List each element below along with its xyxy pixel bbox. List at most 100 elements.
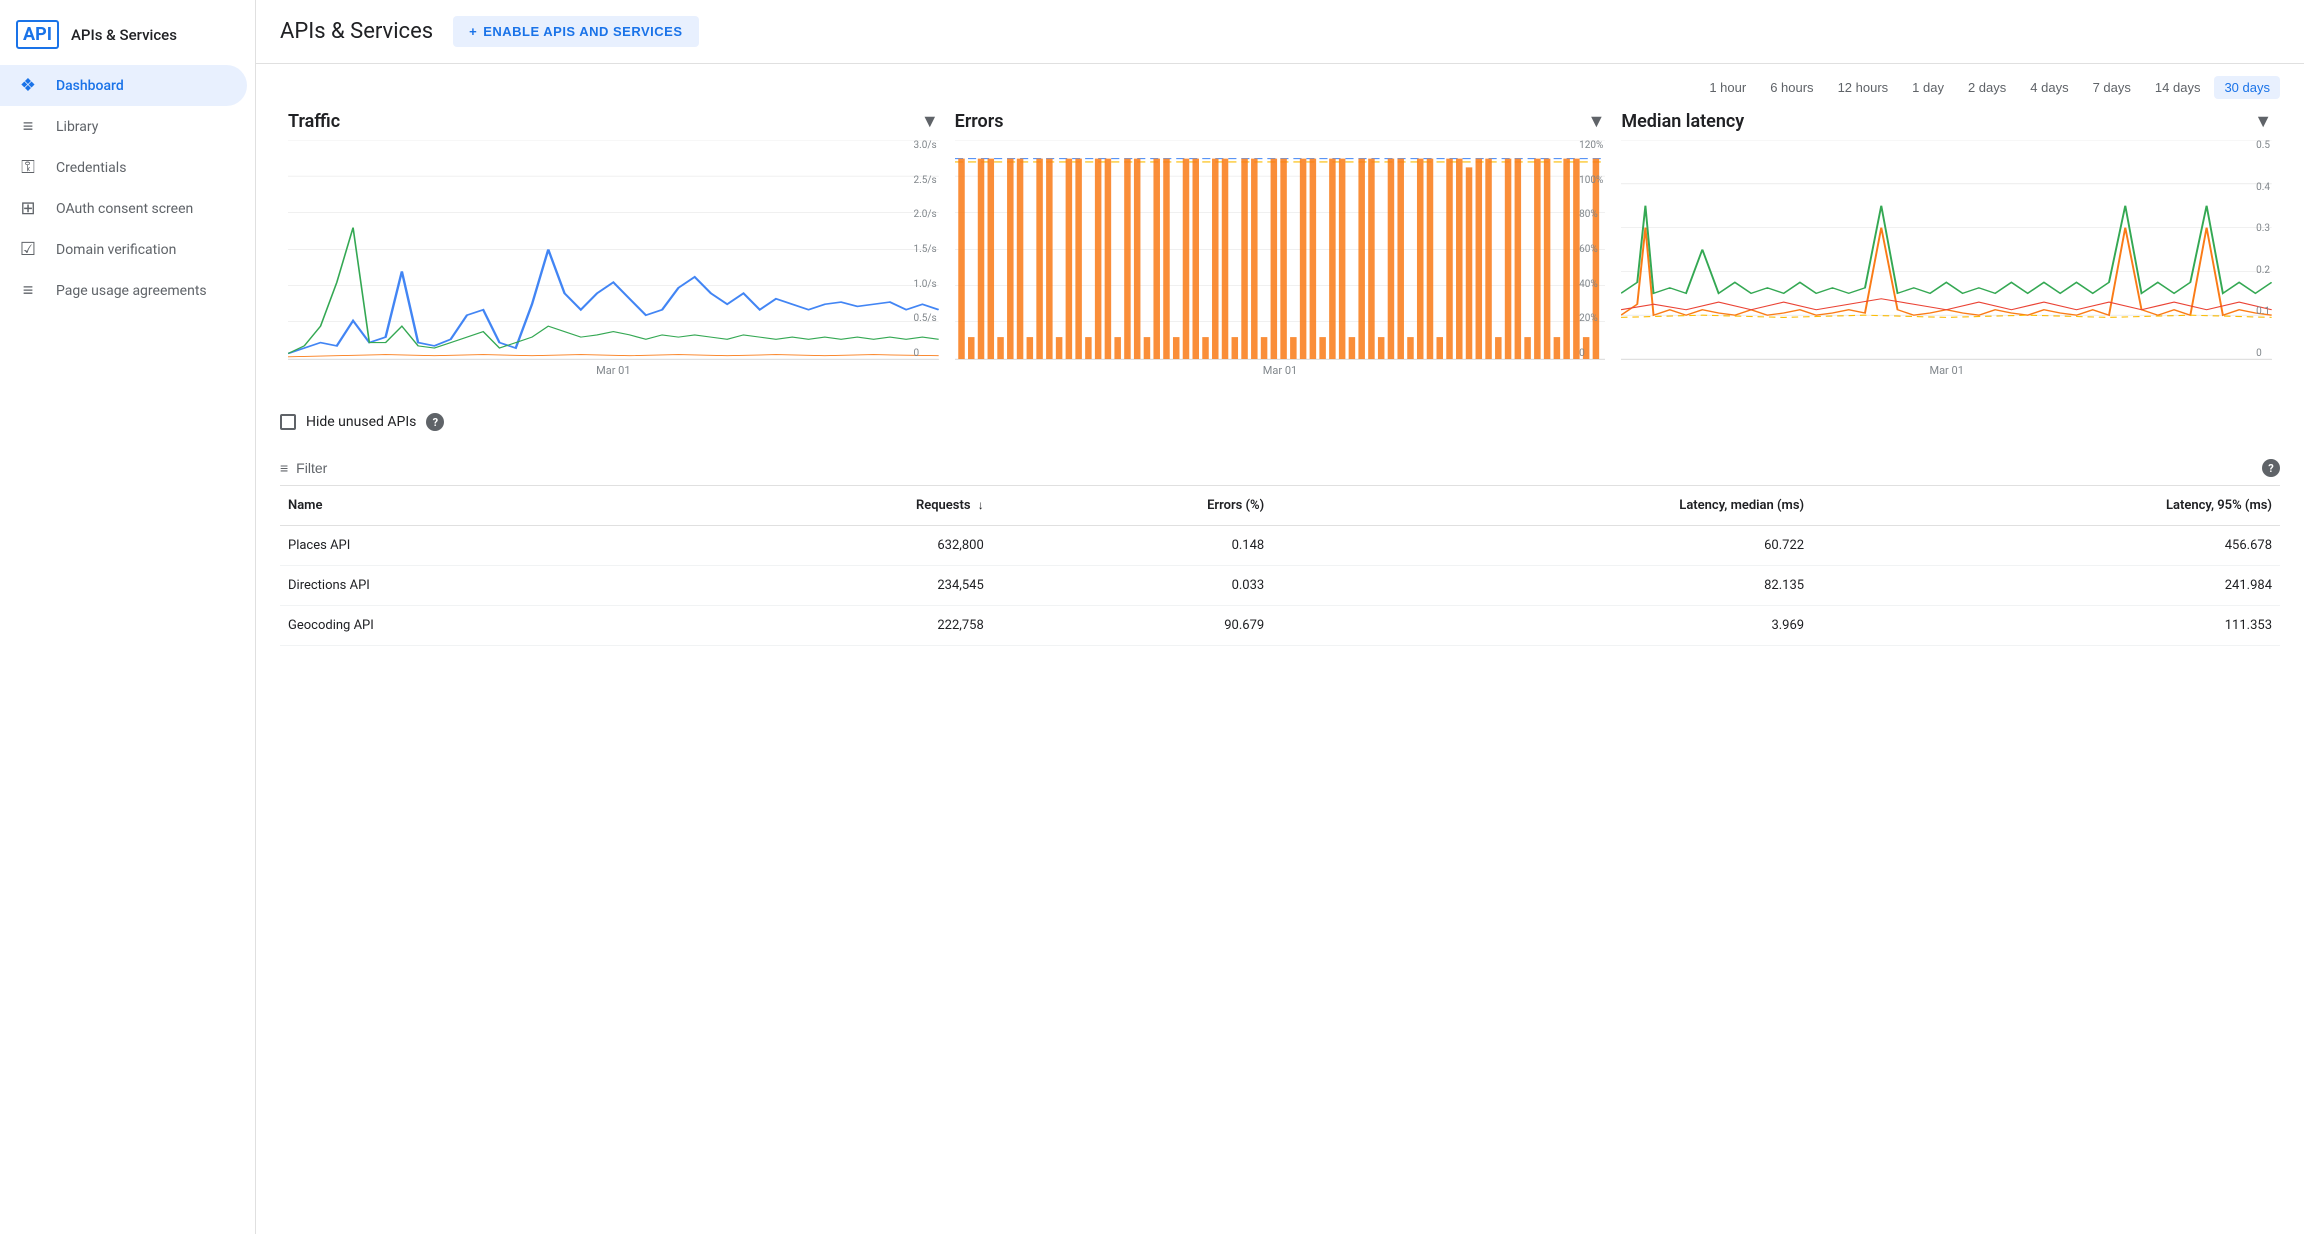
- table-toolbar: ≡ Filter ?: [280, 451, 2280, 486]
- traffic-x-label: Mar 01: [288, 364, 939, 377]
- sidebar-label-oauth: OAuth consent screen: [56, 201, 193, 217]
- traffic-chart: Traffic ▼: [280, 111, 947, 377]
- col-header-2: Errors (%): [992, 486, 1272, 526]
- sidebar-item-oauth[interactable]: ⊞ OAuth consent screen: [0, 188, 247, 229]
- table-cell-0: Directions API: [280, 566, 670, 606]
- sidebar-title: APIs & Services: [71, 26, 177, 44]
- sidebar-header: API APIs & Services: [0, 8, 255, 65]
- table-cell-3: 3.969: [1272, 606, 1812, 646]
- sidebar-icon-dashboard: ❖: [16, 75, 40, 96]
- table-row[interactable]: Geocoding API222,75890.6793.969111.353: [280, 606, 2280, 646]
- table-cell-1: 632,800: [670, 526, 991, 566]
- latency-y-labels: 0.50.40.30.20.10: [2256, 140, 2272, 359]
- latency-chart-header: Median latency ▼: [1621, 111, 2272, 132]
- main-header: APIs & Services + ENABLE APIS AND SERVIC…: [256, 0, 2304, 64]
- errors-chart-header: Errors ▼: [955, 111, 1606, 132]
- sidebar-nav: ❖Dashboard ≡ Library ⚿ Credentials ⊞ OAuth con…: [0, 65, 255, 311]
- errors-chart-title: Errors: [955, 111, 1004, 132]
- hide-unused-checkbox[interactable]: [280, 414, 296, 430]
- table-cell-1: 234,545: [670, 566, 991, 606]
- sidebar-item-dashboard[interactable]: ❖Dashboard: [0, 65, 247, 106]
- table-section: ≡ Filter ? NameRequests ↓Errors (%)Laten…: [256, 451, 2304, 646]
- sidebar: API APIs & Services ❖Dashboard ≡ Library ⚿ C…: [0, 0, 256, 1234]
- sidebar-label-credentials: Credentials: [56, 160, 126, 176]
- table-header-row: NameRequests ↓Errors (%)Latency, median …: [280, 486, 2280, 526]
- table-cell-3: 82.135: [1272, 566, 1812, 606]
- table-row[interactable]: Places API632,8000.14860.722456.678: [280, 526, 2280, 566]
- table-help-icon[interactable]: ?: [2262, 459, 2280, 477]
- sidebar-item-domain[interactable]: ☑ Domain verification: [0, 229, 247, 270]
- traffic-y-labels: 3.0/s2.5/s2.0/s1.5/s1.0/s0.5/s0: [914, 140, 939, 359]
- enable-button-label: ENABLE APIS AND SERVICES: [483, 24, 682, 39]
- errors-y-labels: 120%100%80%60%40%20%0: [1579, 140, 1605, 359]
- enable-apis-button[interactable]: + ENABLE APIS AND SERVICES: [453, 16, 698, 47]
- sidebar-icon-credentials: ⚿: [16, 157, 40, 178]
- time-btn-4-days[interactable]: 4 days: [2020, 76, 2078, 99]
- table-header: NameRequests ↓Errors (%)Latency, median …: [280, 486, 2280, 526]
- traffic-chart-header: Traffic ▼: [288, 111, 939, 132]
- sidebar-icon-domain: ☑: [16, 239, 40, 260]
- traffic-chart-title: Traffic: [288, 111, 340, 132]
- main-content: APIs & Services + ENABLE APIS AND SERVIC…: [256, 0, 2304, 1234]
- table-cell-4: 111.353: [1812, 606, 2280, 646]
- time-btn-12-hours[interactable]: 12 hours: [1828, 76, 1899, 99]
- latency-download-icon[interactable]: ▼: [2254, 111, 2272, 132]
- table-cell-2: 0.148: [992, 526, 1272, 566]
- errors-x-label: Mar 01: [955, 364, 1606, 377]
- filter-button[interactable]: ≡ Filter: [280, 460, 327, 476]
- traffic-download-icon[interactable]: ▼: [921, 111, 939, 132]
- hide-unused-help-icon[interactable]: ?: [426, 413, 444, 431]
- time-btn-2-days[interactable]: 2 days: [1958, 76, 2016, 99]
- sidebar-icon-library: ≡: [16, 116, 40, 137]
- filter-label: Filter: [296, 460, 327, 476]
- table-cell-4: 456.678: [1812, 526, 2280, 566]
- charts-section: Traffic ▼: [256, 111, 2304, 377]
- api-logo: API: [16, 20, 59, 49]
- time-btn-6-hours[interactable]: 6 hours: [1760, 76, 1823, 99]
- table-body: Places API632,8000.14860.722456.678Direc…: [280, 526, 2280, 646]
- table-cell-0: Geocoding API: [280, 606, 670, 646]
- enable-plus-icon: +: [469, 24, 477, 39]
- traffic-chart-svg: [288, 140, 939, 359]
- sidebar-item-credentials[interactable]: ⚿ Credentials: [0, 147, 247, 188]
- time-btn-1-day[interactable]: 1 day: [1902, 76, 1954, 99]
- time-selector: 1 hour6 hours12 hours1 day2 days4 days7 …: [256, 64, 2304, 111]
- table-cell-2: 0.033: [992, 566, 1272, 606]
- errors-download-icon[interactable]: ▼: [1588, 111, 1606, 132]
- table-row[interactable]: Directions API234,5450.03382.135241.984: [280, 566, 2280, 606]
- sidebar-icon-pageusage: ≡: [16, 280, 40, 301]
- hide-unused-label: Hide unused APIs: [306, 414, 416, 430]
- page-title: APIs & Services: [280, 19, 433, 44]
- sidebar-icon-oauth: ⊞: [16, 198, 40, 219]
- time-btn-1-hour[interactable]: 1 hour: [1699, 76, 1756, 99]
- errors-chart: Errors ▼: [947, 111, 1614, 377]
- api-table: NameRequests ↓Errors (%)Latency, median …: [280, 486, 2280, 646]
- col-header-4: Latency, 95% (ms): [1812, 486, 2280, 526]
- errors-chart-area: 120%100%80%60%40%20%0: [955, 140, 1606, 360]
- time-btn-7-days[interactable]: 7 days: [2083, 76, 2141, 99]
- latency-chart-area: 0.50.40.30.20.10: [1621, 140, 2272, 360]
- time-btn-14-days[interactable]: 14 days: [2145, 76, 2211, 99]
- latency-chart-svg: [1621, 140, 2272, 359]
- col-header-3: Latency, median (ms): [1272, 486, 1812, 526]
- col-header-1[interactable]: Requests ↓: [670, 486, 991, 526]
- time-btn-30-days[interactable]: 30 days: [2214, 76, 2280, 99]
- latency-chart: Median latency ▼: [1613, 111, 2280, 377]
- table-cell-3: 60.722: [1272, 526, 1812, 566]
- table-cell-4: 241.984: [1812, 566, 2280, 606]
- traffic-chart-area: 3.0/s2.5/s2.0/s1.5/s1.0/s0.5/s0: [288, 140, 939, 360]
- filter-icon: ≡: [280, 460, 288, 476]
- sidebar-label-domain: Domain verification: [56, 242, 176, 258]
- sidebar-label-pageusage: Page usage agreements: [56, 283, 207, 299]
- table-cell-0: Places API: [280, 526, 670, 566]
- table-cell-1: 222,758: [670, 606, 991, 646]
- sidebar-item-library[interactable]: ≡ Library: [0, 106, 247, 147]
- latency-x-label: Mar 01: [1621, 364, 2272, 377]
- sidebar-label-library: Library: [56, 119, 98, 135]
- sidebar-item-pageusage[interactable]: ≡ Page usage agreements: [0, 270, 247, 311]
- table-cell-2: 90.679: [992, 606, 1272, 646]
- hide-unused-section: Hide unused APIs ?: [256, 401, 2304, 443]
- errors-chart-svg: [955, 140, 1606, 359]
- latency-chart-title: Median latency: [1621, 111, 1744, 132]
- col-header-0: Name: [280, 486, 670, 526]
